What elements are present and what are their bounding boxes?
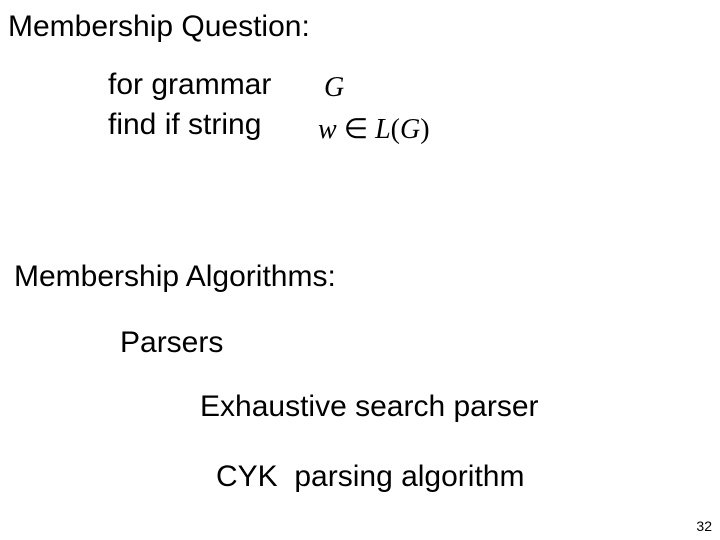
math-symbol-open-paren: ( (391, 114, 400, 145)
text-for-grammar: for grammar (108, 68, 271, 102)
math-symbol-G: G (324, 72, 344, 104)
heading-membership-algorithms: Membership Algorithms: (14, 260, 336, 294)
text-exhaustive-search-parser: Exhaustive search parser (200, 390, 539, 424)
math-symbol-in: ∈ (344, 114, 368, 145)
math-symbol-w: w (318, 114, 337, 145)
math-symbol-L: L (375, 114, 391, 145)
text-parsers: Parsers (120, 326, 223, 360)
page-number: 32 (696, 518, 712, 534)
math-expr-w-in-LG: w ∈ L(G) (318, 112, 430, 146)
heading-membership-question: Membership Question: (8, 10, 310, 44)
math-symbol-close-paren: ) (420, 114, 429, 145)
slide: Membership Question: for grammar find if… (0, 0, 720, 540)
math-symbol-G2: G (400, 114, 420, 145)
text-cyk-parsing-algorithm: CYK parsing algorithm (216, 460, 524, 494)
text-find-if-string: find if string (108, 108, 261, 142)
